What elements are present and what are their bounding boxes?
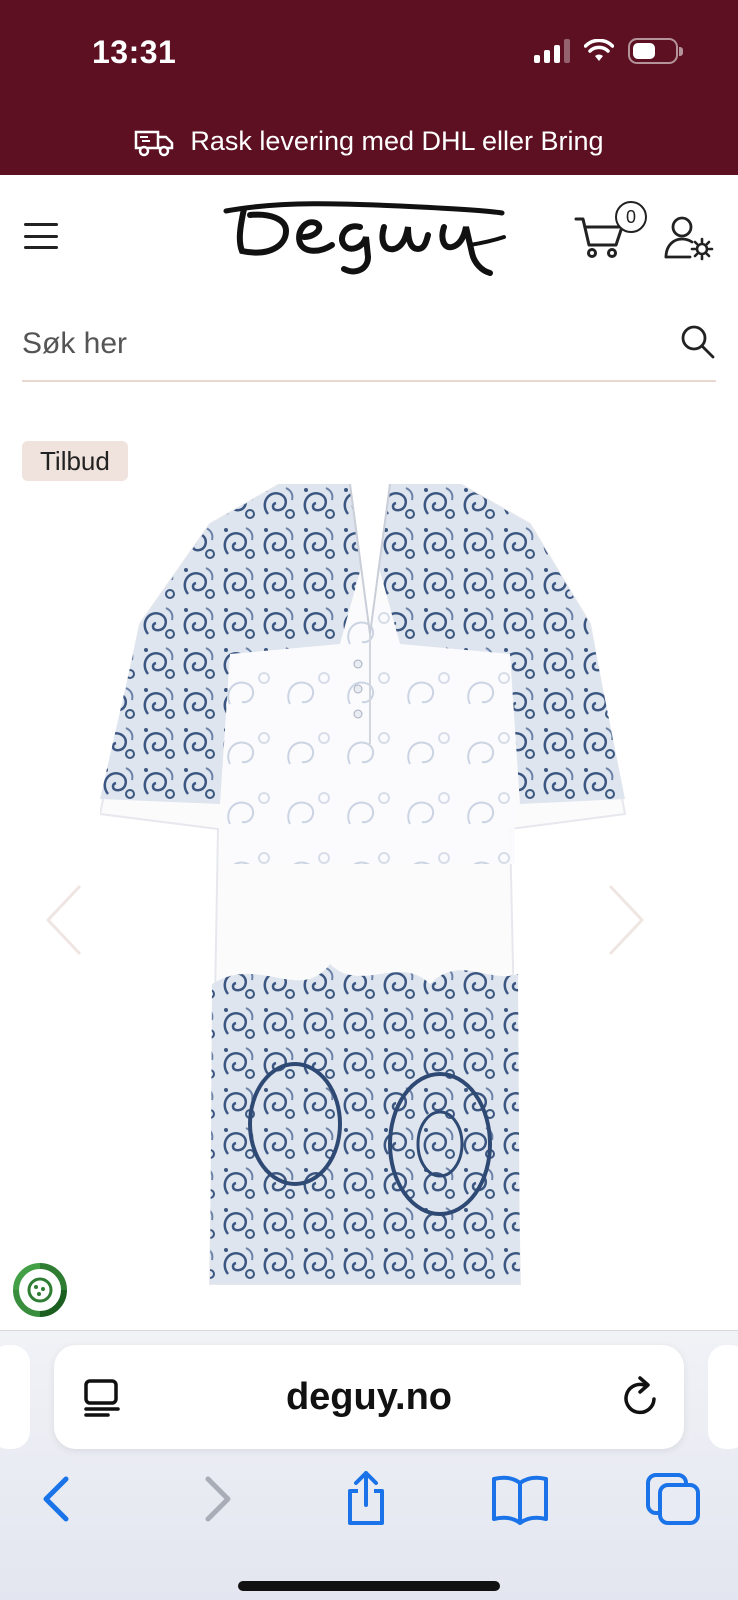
browser-chrome: deguy.no	[0, 1330, 738, 1600]
signal-icon	[534, 39, 570, 63]
next-tab-preview[interactable]	[708, 1345, 738, 1449]
home-indicator	[238, 1581, 500, 1591]
share-icon[interactable]	[336, 1471, 396, 1527]
search-input[interactable]	[22, 320, 642, 368]
reload-icon[interactable]	[620, 1375, 662, 1419]
forward-icon[interactable]	[184, 1471, 244, 1527]
site-header: 0	[0, 175, 738, 295]
product-image[interactable]	[100, 484, 640, 1314]
search-icon[interactable]	[680, 324, 716, 360]
browser-toolbar	[0, 1459, 738, 1529]
cart-count-badge: 0	[615, 201, 647, 233]
wifi-icon	[584, 39, 614, 61]
account-settings-icon[interactable]	[664, 215, 714, 261]
back-icon[interactable]	[30, 1471, 90, 1527]
promo-banner[interactable]: Rask levering med DHL eller Bring	[0, 118, 738, 164]
search-bar	[22, 310, 716, 382]
sale-badge: Tilbud	[22, 441, 128, 481]
bookmarks-icon[interactable]	[490, 1471, 550, 1527]
truck-icon	[135, 130, 174, 157]
carousel-prev-arrow[interactable]	[40, 880, 90, 960]
carousel-next-arrow[interactable]	[600, 880, 650, 960]
tabs-icon[interactable]	[644, 1471, 704, 1527]
menu-icon[interactable]	[24, 223, 58, 249]
deguy-logo[interactable]	[220, 197, 510, 277]
status-icons	[534, 38, 683, 64]
address-bar[interactable]: deguy.no	[54, 1345, 684, 1449]
url-text: deguy.no	[285, 1375, 453, 1418]
top-bar: 13:31 Rask levering med DHL eller Bring	[0, 0, 738, 175]
eco-recycle-icon[interactable]	[12, 1262, 68, 1318]
battery-icon	[628, 38, 683, 64]
previous-tab-preview[interactable]	[0, 1345, 30, 1449]
promo-text: Rask levering med DHL eller Bring	[190, 125, 604, 156]
status-time: 13:31	[92, 34, 177, 70]
